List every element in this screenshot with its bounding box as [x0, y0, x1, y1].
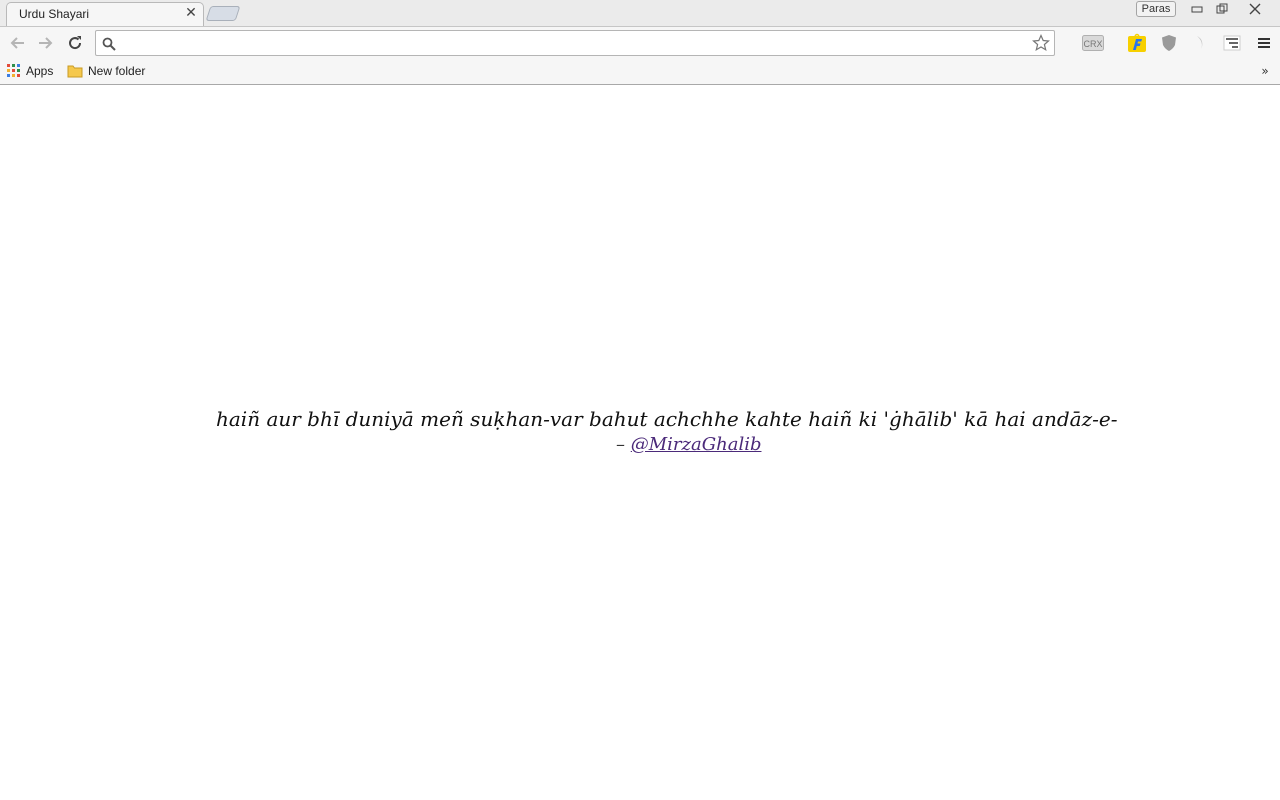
tab-urdu-shayari[interactable]: Urdu Shayari ✕: [6, 2, 204, 26]
quote-text: haiñ aur bhī duniyā meñ suḳhan-var bahut…: [216, 407, 1118, 431]
reload-icon[interactable]: [64, 32, 86, 54]
window-close-icon[interactable]: [1236, 0, 1274, 17]
url-input[interactable]: [122, 34, 1022, 52]
search-icon: [102, 36, 116, 55]
author-dash: –: [616, 434, 631, 455]
flipkart-icon[interactable]: [1126, 32, 1148, 54]
shield-icon[interactable]: [1158, 32, 1180, 54]
moon-icon[interactable]: [1188, 32, 1210, 54]
tree-icon[interactable]: [1221, 32, 1243, 54]
bookmark-label: Apps: [26, 64, 54, 78]
bookmark-apps[interactable]: Apps: [7, 62, 53, 80]
browser-window: Urdu Shayari ✕ Paras CRX Apps New folder…: [0, 0, 1280, 800]
toolbar: CRX: [0, 26, 1280, 58]
crx-icon[interactable]: CRX: [1082, 32, 1104, 54]
apps-grid-icon: [7, 64, 20, 77]
new-tab-button[interactable]: [205, 6, 241, 21]
author-line: – @MirzaGhalib: [616, 434, 761, 455]
forward-arrow-icon[interactable]: [35, 32, 57, 54]
profile-button[interactable]: Paras: [1136, 1, 1176, 17]
tab-close-icon[interactable]: ✕: [184, 5, 198, 21]
page-content: haiñ aur bhī duniyā meñ suḳhan-var bahut…: [0, 85, 1280, 800]
address-bar[interactable]: [95, 30, 1055, 56]
svg-text:CRX: CRX: [1083, 39, 1102, 49]
tab-strip: Urdu Shayari ✕ Paras: [0, 0, 1280, 26]
restore-icon[interactable]: [1209, 0, 1235, 17]
menu-icon[interactable]: [1253, 32, 1275, 54]
bookmark-new-folder[interactable]: New folder: [67, 62, 145, 80]
bookmarks-bar: Apps New folder »: [0, 58, 1280, 85]
quote-container: haiñ aur bhī duniyā meñ suḳhan-var bahut…: [216, 404, 1118, 434]
minimize-icon[interactable]: [1184, 0, 1210, 17]
bookmarks-overflow-icon[interactable]: »: [1257, 63, 1273, 79]
bookmark-label: New folder: [88, 64, 146, 78]
tab-title: Urdu Shayari: [19, 7, 90, 21]
bookmark-star-icon[interactable]: [1032, 34, 1050, 56]
author-link[interactable]: @MirzaGhalib: [631, 434, 762, 455]
folder-icon: [67, 65, 83, 78]
back-arrow-icon[interactable]: [6, 32, 28, 54]
